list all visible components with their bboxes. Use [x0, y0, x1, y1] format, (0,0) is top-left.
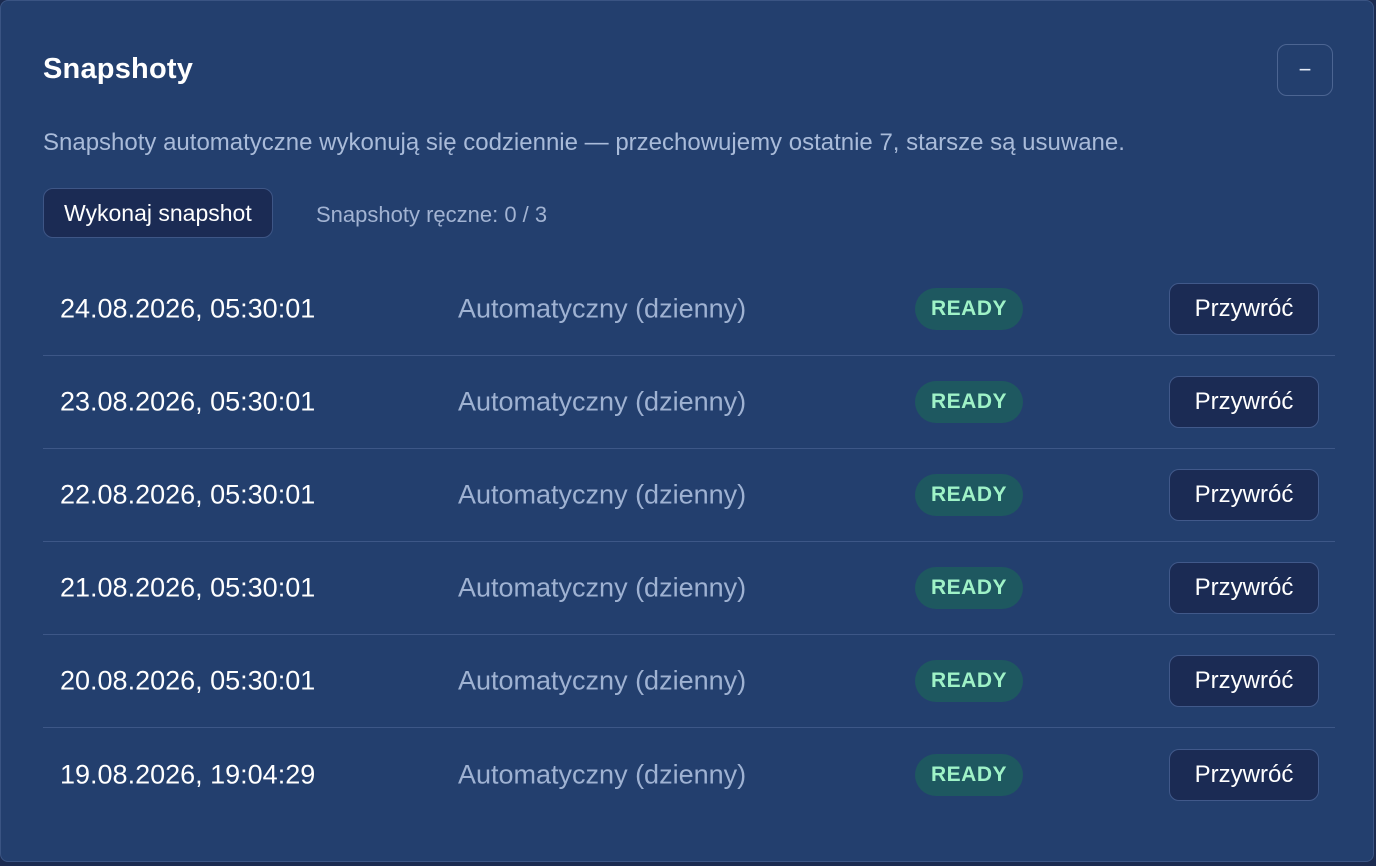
status-badge: READY	[915, 381, 1023, 423]
snapshots-panel: Snapshoty − Snapshoty automatyczne wykon…	[0, 0, 1374, 862]
restore-button[interactable]: Przywróć	[1169, 469, 1319, 521]
panel-title: Snapshoty	[43, 53, 194, 85]
restore-button[interactable]: Przywróć	[1169, 562, 1319, 614]
snapshot-date: 22.08.2026, 05:30:01	[60, 479, 316, 510]
snapshot-date: 20.08.2026, 05:30:01	[60, 665, 316, 696]
restore-button[interactable]: Przywróć	[1169, 748, 1319, 801]
snapshot-type: Automatyczny (dzienny)	[458, 572, 747, 603]
snapshot-type: Automatyczny (dzienny)	[458, 293, 747, 324]
snapshot-row: 24.08.2026, 05:30:01 Automatyczny (dzien…	[43, 263, 1335, 356]
restore-button[interactable]: Przywróć	[1169, 655, 1319, 707]
snapshot-row: 21.08.2026, 05:30:01 Automatyczny (dzien…	[43, 542, 1335, 635]
status-badge: READY	[915, 474, 1023, 516]
collapse-button[interactable]: −	[1277, 44, 1333, 96]
snapshot-type: Automatyczny (dzienny)	[458, 665, 747, 696]
restore-button[interactable]: Przywróć	[1169, 283, 1319, 335]
snapshot-row: 23.08.2026, 05:30:01 Automatyczny (dzien…	[43, 356, 1335, 449]
snapshot-list: 24.08.2026, 05:30:01 Automatyczny (dzien…	[43, 263, 1335, 821]
panel-description: Snapshoty automatyczne wykonują się codz…	[43, 129, 1125, 156]
snapshot-row: 22.08.2026, 05:30:01 Automatyczny (dzien…	[43, 449, 1335, 542]
status-badge: READY	[915, 567, 1023, 609]
snapshot-type: Automatyczny (dzienny)	[458, 479, 747, 510]
manual-snapshot-counter: Snapshoty ręczne: 0 / 3	[316, 202, 548, 227]
snapshot-type: Automatyczny (dzienny)	[458, 759, 747, 789]
snapshot-row: 20.08.2026, 05:30:01 Automatyczny (dzien…	[43, 635, 1335, 728]
snapshot-date: 21.08.2026, 05:30:01	[60, 572, 316, 603]
status-badge: READY	[915, 288, 1023, 330]
status-badge: READY	[915, 753, 1023, 796]
status-badge: READY	[915, 660, 1023, 702]
snapshot-type: Automatyczny (dzienny)	[458, 386, 747, 417]
snapshot-date: 19.08.2026, 19:04:29	[60, 759, 316, 789]
snapshot-row: 19.08.2026, 19:04:29 Automatyczny (dzien…	[43, 728, 1335, 821]
restore-button[interactable]: Przywróć	[1169, 376, 1319, 428]
snapshot-date: 24.08.2026, 05:30:01	[60, 293, 316, 324]
create-snapshot-button[interactable]: Wykonaj snapshot	[43, 188, 273, 238]
snapshot-date: 23.08.2026, 05:30:01	[60, 386, 316, 417]
